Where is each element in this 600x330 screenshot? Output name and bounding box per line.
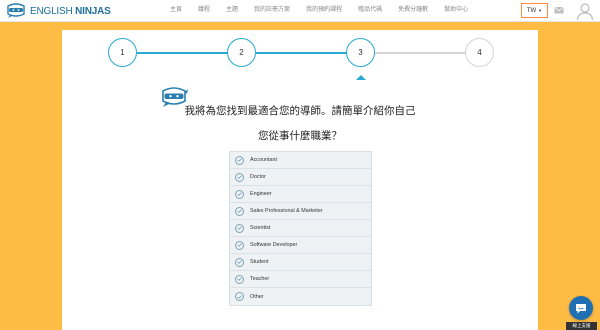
progress-stepper: 1 2 3 4 — [62, 38, 538, 80]
check-circle-icon — [235, 172, 244, 182]
chat-support-label[interactable]: 線上支援 — [566, 322, 597, 330]
check-circle-icon — [235, 274, 244, 284]
main-nav: 主頁 議程 主題 我的註冊方案 我的預約課程 贈品代碼 免費分鐘數 幫助中心 — [162, 5, 476, 15]
step-4: 4 — [465, 38, 494, 67]
step-connector-3 — [375, 52, 466, 54]
option-teacher[interactable]: Teacher — [230, 271, 371, 288]
step-3: 3 — [346, 38, 375, 67]
check-circle-icon — [235, 292, 244, 301]
option-sales-marketer[interactable]: Sales Professional & Marketer — [230, 203, 371, 220]
check-circle-icon — [235, 240, 244, 250]
option-software-developer[interactable]: Software Developer — [230, 237, 371, 254]
option-doctor[interactable]: Doctor — [230, 169, 371, 186]
option-scientist[interactable]: Scientist — [230, 220, 371, 237]
check-circle-icon — [235, 257, 244, 267]
logo[interactable]: ENGLISH NINJAS — [6, 2, 111, 20]
language-value: TW — [526, 7, 537, 14]
option-label: Doctor — [250, 174, 266, 180]
mail-icon[interactable] — [554, 5, 564, 15]
occupation-options: Accountant Doctor Engineer Sales Profess… — [229, 151, 372, 306]
current-step-pointer — [356, 75, 366, 80]
nav-schedule[interactable]: 議程 — [190, 5, 218, 15]
ninja-logo-icon — [7, 3, 25, 18]
option-label: Engineer — [250, 191, 272, 197]
option-student[interactable]: Student — [230, 254, 371, 271]
check-circle-icon — [235, 155, 244, 165]
step-connector-1 — [137, 52, 228, 54]
step-connector-2 — [256, 52, 347, 54]
nav-my-bookings[interactable]: 我的預約課程 — [298, 5, 350, 15]
option-label: Accountant — [250, 157, 277, 163]
check-circle-icon — [235, 223, 244, 233]
nav-my-plans[interactable]: 我的註冊方案 — [246, 5, 298, 15]
onboarding-card: 1 2 3 4 我將為您找到最適合您的導師。請簡單介紹你自己 您從事什麼職業？ … — [62, 30, 538, 330]
option-label: Teacher — [250, 276, 270, 282]
chat-bubble-icon — [576, 303, 586, 313]
option-label: Scientist — [250, 225, 271, 231]
option-other[interactable]: Other — [230, 288, 371, 305]
intro-text: 我將為您找到最適合您的導師。請簡單介紹你自己 — [184, 105, 416, 117]
nav-help-center[interactable]: 幫助中心 — [436, 5, 476, 15]
option-label: Sales Professional & Marketer — [250, 208, 323, 214]
nav-free-minutes[interactable]: 免費分鐘數 — [390, 5, 436, 15]
option-engineer[interactable]: Engineer — [230, 186, 371, 203]
step-2: 2 — [227, 38, 256, 67]
user-avatar-icon[interactable] — [575, 1, 595, 21]
check-circle-icon — [235, 189, 244, 199]
language-selector[interactable]: TW ▼ — [521, 3, 548, 18]
check-circle-icon — [235, 206, 244, 216]
nav-gift-codes[interactable]: 贈品代碼 — [350, 5, 390, 15]
option-label: Software Developer — [250, 242, 298, 248]
nav-topics[interactable]: 主題 — [218, 5, 246, 15]
option-accountant[interactable]: Accountant — [230, 152, 371, 169]
top-navbar: ENGLISH NINJAS 主頁 議程 主題 我的註冊方案 我的預約課程 贈品… — [0, 0, 600, 22]
option-label: Student — [250, 259, 269, 265]
occupation-question: 您從事什麼職業？ — [258, 130, 342, 142]
step-1: 1 — [108, 38, 137, 67]
nav-home[interactable]: 主頁 — [162, 5, 190, 15]
chevron-down-icon: ▼ — [538, 8, 543, 13]
chat-button[interactable] — [569, 296, 593, 320]
option-label: Other — [250, 293, 264, 300]
logo-text: ENGLISH NINJAS — [30, 5, 111, 17]
